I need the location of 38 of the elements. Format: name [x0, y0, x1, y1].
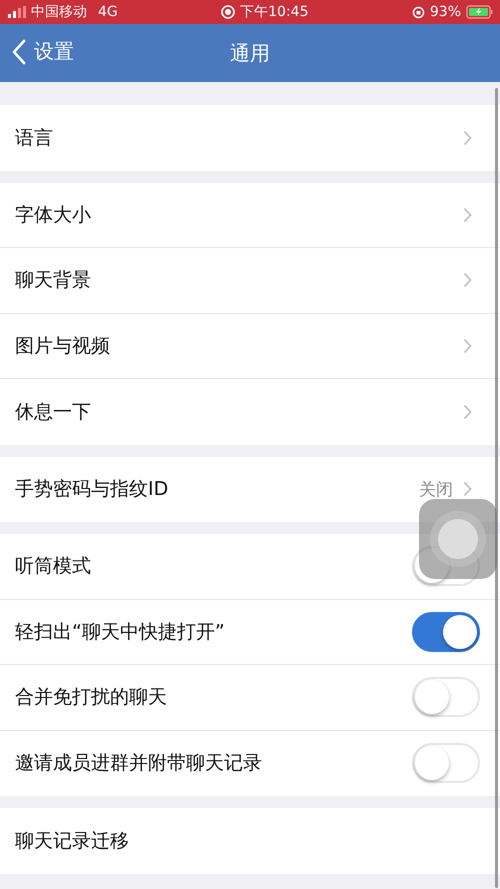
back-icon — [12, 38, 26, 64]
settings-row[interactable]: 合并免打扰的聊天 — [0, 665, 500, 730]
signal-icon — [8, 6, 26, 18]
settings-row[interactable]: 手势密码与指纹ID 关闭 — [0, 456, 500, 522]
network-text: 4G — [98, 4, 118, 20]
settings-row[interactable]: 语言 — [0, 105, 500, 170]
chevron-icon — [463, 130, 472, 146]
battery-text: 93% — [430, 4, 461, 20]
battery-icon — [466, 5, 494, 19]
page-title: 通用 — [230, 40, 270, 66]
back-button[interactable]: 设置 — [12, 38, 74, 65]
row-label: 合并免打扰的聊天 — [15, 685, 167, 710]
rotation-lock-icon — [412, 6, 425, 18]
toggle-switch[interactable] — [412, 612, 480, 652]
settings-row[interactable]: 休息一下 — [0, 379, 500, 444]
row-label: 聊天记录迁移 — [15, 828, 129, 854]
row-label: 邀请成员进群并附带聊天记录 — [15, 751, 262, 776]
row-label: 休息一下 — [15, 400, 91, 425]
settings-row[interactable]: 轻扫出“聊天中快捷打开” — [0, 600, 500, 665]
row-label: 听筒模式 — [15, 554, 91, 580]
chevron-icon — [463, 481, 472, 498]
carrier-text: 中国移动 — [31, 3, 87, 21]
record-icon — [221, 5, 236, 19]
assistive-touch-button[interactable] — [419, 499, 497, 579]
chevron-icon — [463, 272, 472, 288]
settings-row[interactable]: 邀请成员进群并附带聊天记录 — [0, 730, 500, 796]
row-label: 语言 — [15, 126, 53, 151]
time-text: 下午10:45 — [240, 3, 308, 21]
row-label: 手势密码与指纹ID — [15, 477, 168, 502]
chevron-icon — [463, 338, 472, 354]
row-value: 关闭 — [419, 478, 453, 501]
row-label: 聊天背景 — [15, 268, 91, 294]
settings-row[interactable]: 聊天记录迁移 — [0, 808, 500, 874]
chevron-icon — [463, 404, 472, 420]
row-label: 字体大小 — [15, 202, 91, 228]
chevron-icon — [463, 206, 472, 223]
row-label: 图片与视频 — [15, 334, 110, 359]
row-label: 轻扫出“聊天中快捷打开” — [15, 620, 225, 645]
